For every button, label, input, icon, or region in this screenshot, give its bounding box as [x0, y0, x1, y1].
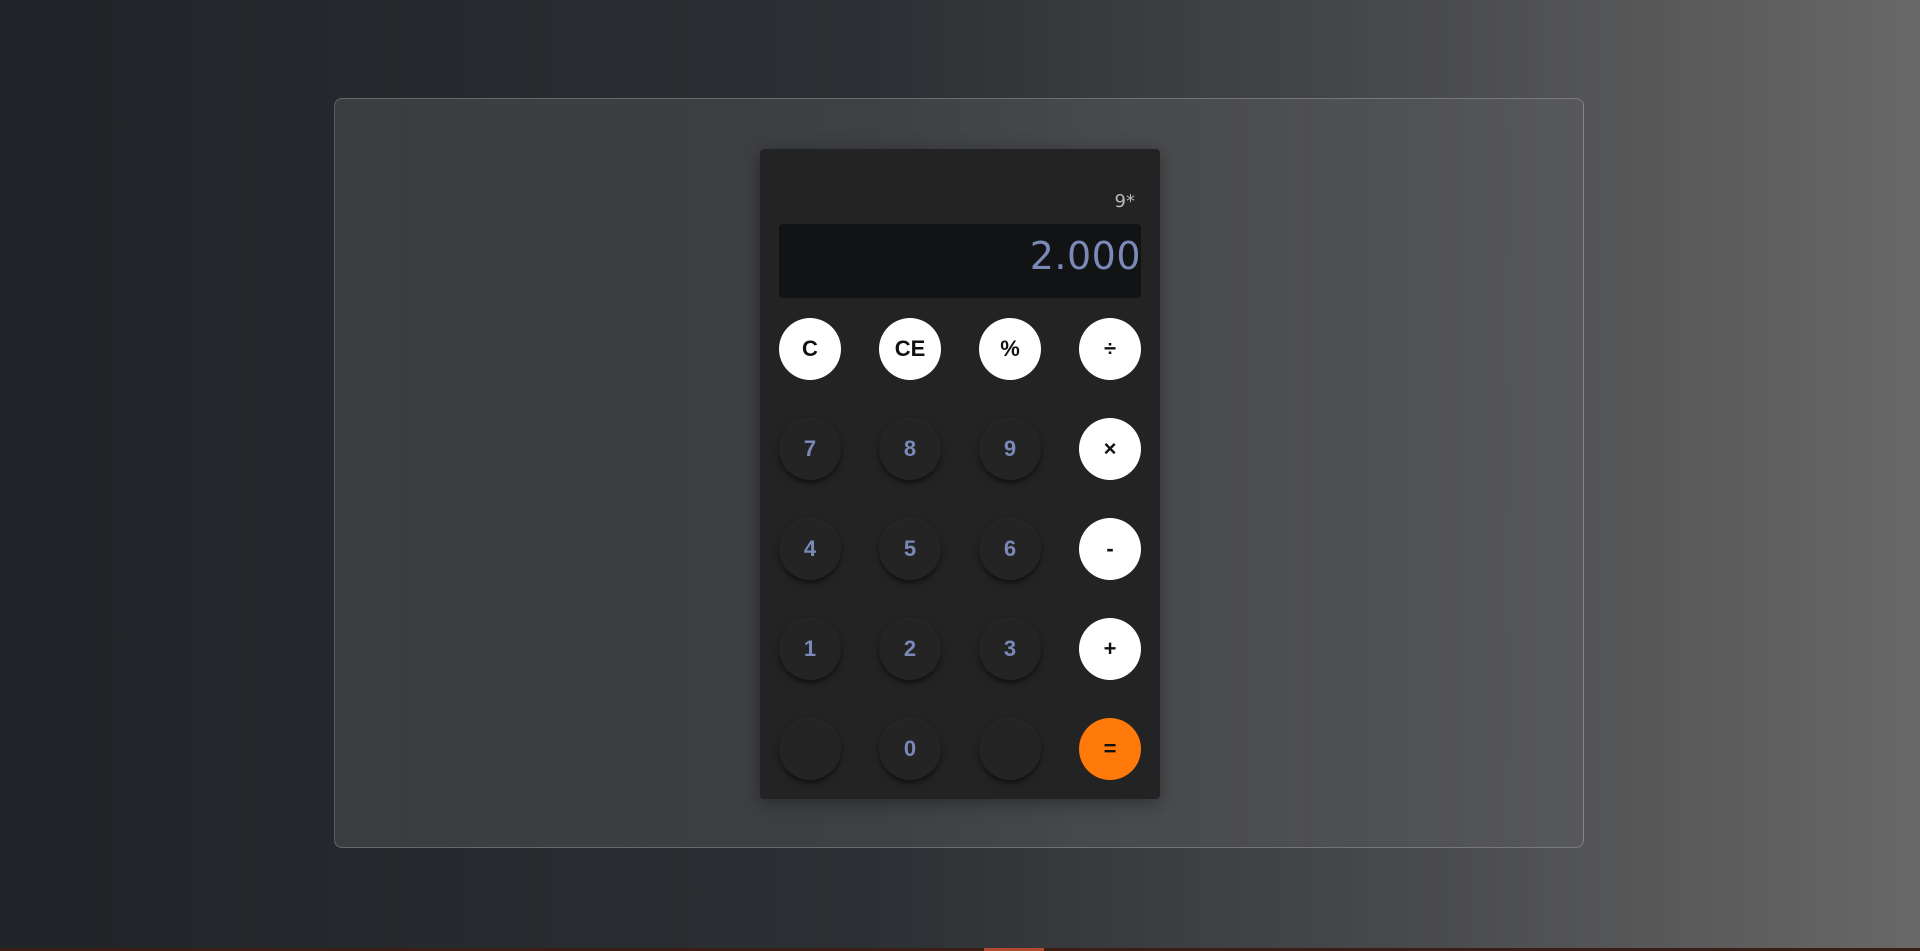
- digit-5-button[interactable]: 5: [879, 518, 941, 580]
- digit-4-button[interactable]: 4: [779, 518, 841, 580]
- blank-key-left[interactable]: [779, 718, 841, 780]
- expression-display: 9*: [1114, 191, 1135, 212]
- blank-key-right[interactable]: [979, 718, 1041, 780]
- clear-entry-button[interactable]: CE: [879, 318, 941, 380]
- multiply-button[interactable]: ×: [1079, 418, 1141, 480]
- digit-2-button[interactable]: 2: [879, 618, 941, 680]
- keypad: C CE % ÷ 7 8 9 × 4 5 6 - 1 2 3 + 0 =: [779, 318, 1141, 780]
- digit-9-button[interactable]: 9: [979, 418, 1041, 480]
- digit-7-button[interactable]: 7: [779, 418, 841, 480]
- clear-button[interactable]: C: [779, 318, 841, 380]
- calculator: 9* 2.000 C CE % ÷ 7 8 9 × 4 5 6 - 1 2 3 …: [760, 149, 1160, 799]
- divide-button[interactable]: ÷: [1079, 318, 1141, 380]
- add-button[interactable]: +: [1079, 618, 1141, 680]
- digit-8-button[interactable]: 8: [879, 418, 941, 480]
- digit-1-button[interactable]: 1: [779, 618, 841, 680]
- percent-button[interactable]: %: [979, 318, 1041, 380]
- digit-0-button[interactable]: 0: [879, 718, 941, 780]
- result-display: 2.000: [779, 224, 1141, 298]
- result-value: 2.000: [1029, 234, 1141, 278]
- equals-button[interactable]: =: [1079, 718, 1141, 780]
- subtract-button[interactable]: -: [1079, 518, 1141, 580]
- digit-6-button[interactable]: 6: [979, 518, 1041, 580]
- digit-3-button[interactable]: 3: [979, 618, 1041, 680]
